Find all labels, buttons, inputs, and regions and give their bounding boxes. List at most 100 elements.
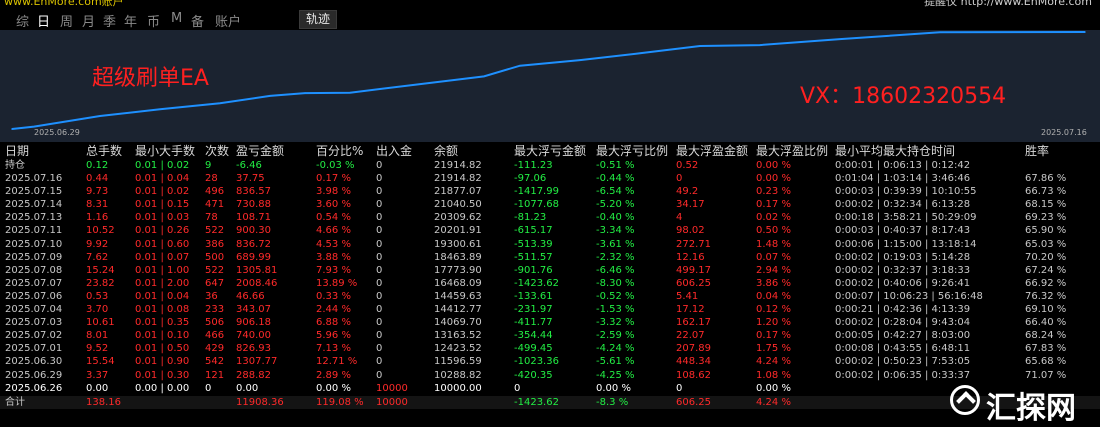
- cell-col-3: 506: [205, 317, 225, 329]
- watermark-logo-icon: [950, 385, 980, 415]
- equity-point: [269, 95, 271, 97]
- cell-col-11: 1.48 %: [756, 238, 791, 250]
- cell-col-11: 1.08 %: [756, 369, 791, 381]
- cell-col-2: 0.01 | 0.15: [135, 199, 190, 211]
- cell-col-12: 0:00:03 | 0:39:39 | 10:10:55: [835, 186, 977, 198]
- tab-9[interactable]: 账户: [215, 11, 241, 30]
- cell-col-6: 0: [376, 356, 383, 368]
- cell-col-9: -4.24 %: [596, 343, 635, 355]
- tab-8[interactable]: 备: [191, 11, 204, 30]
- cell-col-0: 2025.07.16: [5, 173, 63, 184]
- cell-col-13: 67.83 %: [1025, 343, 1067, 355]
- cell-col-5: 2.89 %: [316, 369, 351, 381]
- cell-col-2: 0.01 | 0.04: [135, 290, 190, 302]
- table-row: 2025.07.02 8.01 0.01 | 0.10 466 740.00 5.96 %…: [0, 329, 1100, 342]
- table-row: 2025.07.15 9.73 0.01 | 0.02 496 836.57 3.98 %…: [0, 185, 1100, 198]
- equity-point: [579, 59, 581, 61]
- cell-col-3: 496: [205, 186, 225, 198]
- cell-col-9: -8.30 %: [596, 277, 635, 289]
- cell-col-2: 0.01 | 2.00: [135, 277, 190, 289]
- cell-col-8: -411.77: [514, 317, 553, 329]
- cell-col-6: 10000: [376, 396, 408, 408]
- tab-6[interactable]: 币: [147, 11, 160, 30]
- cell-col-13: 66.92 %: [1025, 277, 1067, 289]
- cell-col-0: 2025.07.13: [5, 212, 63, 224]
- cell-col-8: -133.61: [514, 290, 553, 302]
- cell-col-0: 2025.06.30: [5, 356, 63, 368]
- cell-col-8: 0: [514, 382, 521, 394]
- cell-col-8: -97.06: [514, 173, 547, 184]
- cell-col-13: 67.86 %: [1025, 173, 1067, 184]
- tab-2[interactable]: 周: [60, 11, 73, 30]
- cell-col-3: 466: [205, 330, 225, 342]
- chart-end-date: 2025.07.16: [1041, 128, 1087, 137]
- cell-col-3: 500: [205, 251, 225, 263]
- cell-col-7: 16468.09: [434, 277, 482, 289]
- top-toolbar: www.EnMore.com账户 提醒仪 http://www.EnMore.c…: [0, 0, 1100, 30]
- cell-col-6: 0: [376, 225, 383, 237]
- cell-col-10: 0.52: [676, 160, 699, 171]
- cell-col-9: -1.53 %: [596, 304, 635, 315]
- table-row: 2025.06.29 3.37 0.01 | 0.30 121 288.82 2.89 %…: [0, 369, 1100, 382]
- cell-col-10: 34.17: [676, 199, 705, 211]
- cell-col-2: 0.01 | 0.60: [135, 238, 190, 250]
- cell-col-4: 730.88: [236, 199, 271, 211]
- contact-text: VX：18602320554: [800, 84, 1007, 109]
- cell-col-9: -0.52 %: [596, 290, 635, 302]
- cell-col-7: 19300.61: [434, 238, 482, 250]
- cell-col-6: 0: [376, 251, 383, 263]
- cell-col-4: 288.82: [236, 369, 271, 381]
- cell-col-5: 0.17 %: [316, 173, 351, 184]
- cell-col-2: 最小大手数: [135, 144, 196, 158]
- cell-col-1: 3.37: [86, 369, 109, 381]
- cell-col-10: 499.17: [676, 264, 711, 276]
- cell-col-1: 1.16: [86, 212, 109, 224]
- cell-col-13: 69.23 %: [1025, 212, 1067, 224]
- cell-col-0: 2025.07.02: [5, 330, 63, 342]
- cell-col-5: 13.89 %: [316, 277, 358, 289]
- cell-col-3: 36: [205, 290, 218, 302]
- tab-1[interactable]: 日: [37, 11, 50, 30]
- cell-col-10: 272.71: [676, 238, 711, 250]
- cell-col-4: -6.46: [236, 160, 262, 171]
- cell-col-7: 14069.70: [434, 317, 482, 329]
- cell-col-12: 0:00:05 | 0:42:27 | 8:03:00: [835, 330, 971, 342]
- equity-point: [519, 64, 521, 67]
- cell-col-3: 542: [205, 356, 225, 368]
- cell-col-12: 0:00:02 | 0:32:37 | 3:18:33: [835, 264, 971, 276]
- cell-col-3: 386: [205, 238, 225, 250]
- tab-7[interactable]: M: [171, 11, 182, 26]
- cell-col-9: -8.3 %: [596, 396, 629, 408]
- cell-col-6: 0: [376, 330, 383, 342]
- tab-4[interactable]: 季: [103, 11, 116, 30]
- table-row: 2025.07.03 10.61 0.01 | 0.35 506 906.18 6.88 …: [0, 316, 1100, 329]
- cell-col-4: 343.07: [236, 304, 271, 315]
- cell-col-2: 0.01 | 0.50: [135, 343, 190, 355]
- cell-col-5: 百分比%: [316, 144, 364, 158]
- cell-col-5: 5.96 %: [316, 330, 351, 342]
- cell-col-8: -420.35: [514, 369, 553, 381]
- cell-col-12: 最小平均最大持仓时间: [835, 144, 956, 158]
- cell-col-8: -511.57: [514, 251, 553, 263]
- cell-col-4: 900.30: [236, 225, 271, 237]
- cell-col-13: 65.68 %: [1025, 356, 1067, 368]
- cell-col-1: 8.31: [86, 199, 109, 211]
- app-link[interactable]: 提醒仪 http://www.EnMore.com: [924, 0, 1092, 9]
- track-button[interactable]: 轨迹: [299, 10, 338, 29]
- cell-col-8: -1423.62: [514, 277, 559, 289]
- cell-col-5: 7.13 %: [316, 343, 351, 355]
- cell-col-0: 2025.07.10: [5, 238, 63, 250]
- cell-col-11: 0.50 %: [756, 225, 791, 237]
- tab-5[interactable]: 年: [124, 11, 137, 30]
- tab-0[interactable]: 综: [16, 11, 29, 30]
- cell-col-1: 7.62: [86, 251, 109, 263]
- table-row: 2025.07.10 9.92 0.01 | 0.60 386 836.72 4.53 %…: [0, 238, 1100, 251]
- cell-col-2: 0.01 | 0.07: [135, 251, 190, 263]
- table-row: 2025.07.11 10.52 0.01 | 0.26 522 900.30 4.66 …: [0, 224, 1100, 237]
- cell-col-0: 2025.07.15: [5, 186, 63, 198]
- cell-col-3: 9: [205, 160, 212, 171]
- cell-col-7: 17773.90: [434, 264, 482, 276]
- tab-3[interactable]: 月: [82, 11, 95, 30]
- cell-col-2: 0.01 | 0.08: [135, 304, 190, 315]
- cell-col-2: 0.01 | 0.02: [135, 186, 190, 198]
